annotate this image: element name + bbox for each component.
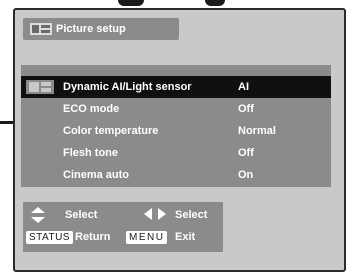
screen-frame-notch [118, 0, 144, 6]
menu-item-value: On [238, 169, 254, 181]
menu-item-dynamic-ai[interactable]: Dynamic AI/Light sensor AI [21, 76, 331, 98]
menu-item-value: Off [238, 147, 254, 159]
menu-item-value: Off [238, 103, 254, 115]
menu-item-label: Color temperature [63, 125, 159, 137]
menu-key: MENU [126, 231, 168, 244]
picture-mode-icon [26, 80, 54, 94]
status-key: STATUS [26, 231, 73, 244]
settings-menu: Dynamic AI/Light sensor AI ECO mode Off … [21, 65, 331, 187]
leftright-select-label: Select [175, 209, 208, 221]
picture-setup-icon [30, 22, 52, 36]
menu-item-value: Normal [238, 125, 276, 137]
menu-item-value: AI [238, 81, 249, 93]
up-down-arrow-icon [31, 207, 45, 226]
menu-item-eco-mode[interactable]: ECO mode Off [21, 98, 331, 120]
exit-label: Exit [175, 231, 196, 243]
menu-item-color-temperature[interactable]: Color temperature Normal [21, 120, 331, 142]
left-right-arrow-icon [144, 208, 166, 223]
menu-item-label: Cinema auto [63, 169, 130, 181]
menu-item-flesh-tone[interactable]: Flesh tone Off [21, 142, 331, 164]
menu-item-label: ECO mode [63, 103, 120, 115]
updown-select-label: Select [65, 209, 98, 221]
menu-item-cinema-auto[interactable]: Cinema auto On [21, 164, 331, 186]
menu-item-label: Flesh tone [63, 147, 119, 159]
screen-frame-notch [205, 0, 225, 6]
return-label: Return [75, 231, 111, 243]
menu-title-bar: Picture setup [23, 18, 179, 40]
page-title: Picture setup [56, 23, 126, 35]
menu-item-label: Dynamic AI/Light sensor [63, 81, 192, 93]
key-guide: Select Select STATUS Return MENU Exit [23, 202, 223, 252]
